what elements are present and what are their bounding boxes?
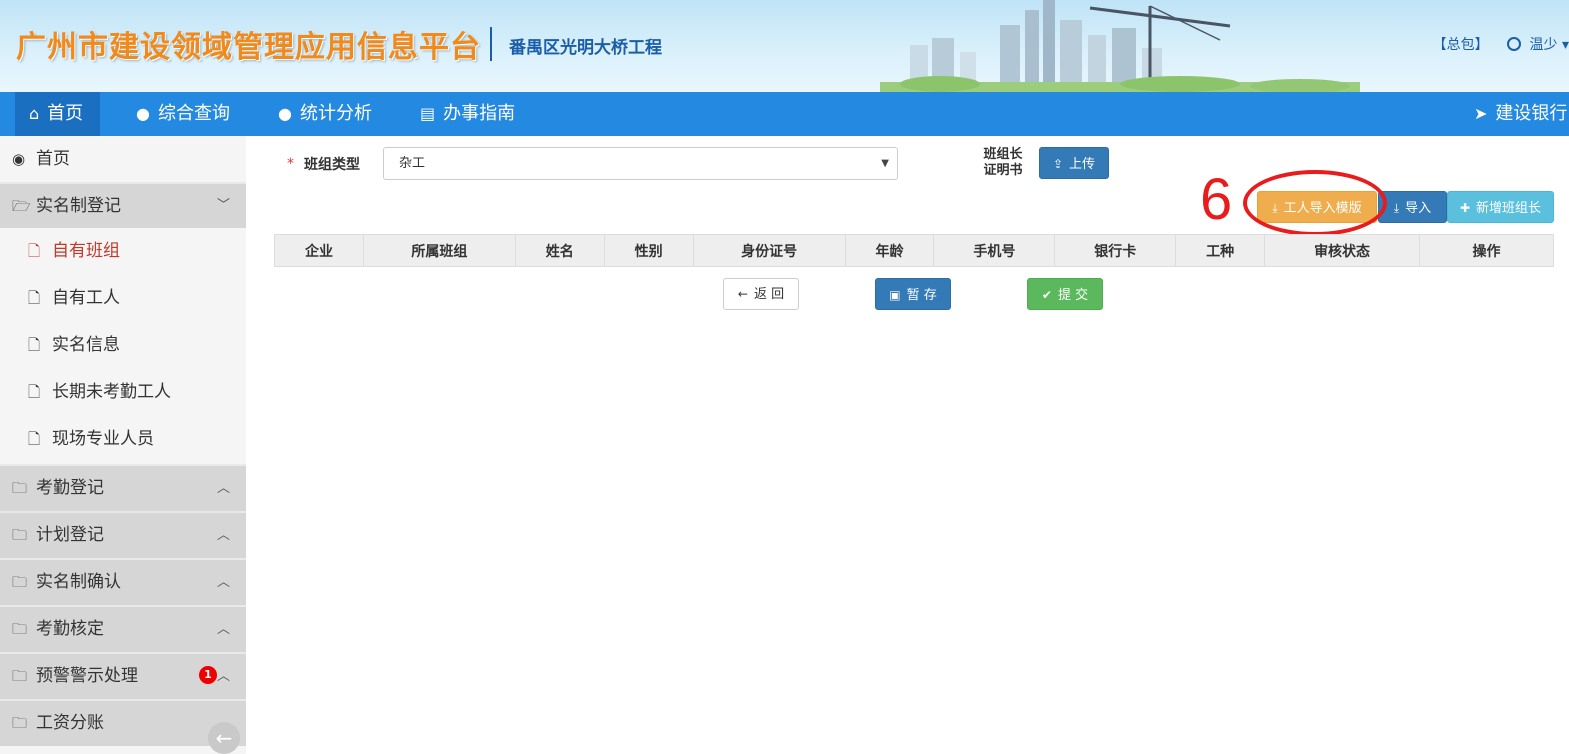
- chevron-up-icon: ︿: [216, 575, 230, 590]
- city-skyline-image: [880, 0, 1360, 92]
- sidebar-group-warning[interactable]: 🗀 预警警示处理 1 ︿: [0, 652, 246, 699]
- file-icon: 🗋: [28, 383, 41, 401]
- user-area[interactable]: 【总包】 温少 ▾: [1433, 34, 1569, 54]
- platform-title: 广州市建设领域管理应用信息平台: [16, 30, 481, 65]
- top-navbar: ⌂ 首页 ● 综合查询 ● 统计分析 ▤ 办事指南 ➤ 建设银行: [0, 92, 1569, 136]
- col-header-review-status: 审核状态: [1264, 234, 1420, 267]
- sidebar-item-own-team[interactable]: 🗋 自有班组: [0, 228, 246, 275]
- chevron-down-icon: ﹀: [216, 198, 230, 213]
- annotation-highlight-circle: [1243, 170, 1387, 236]
- col-header-bank-card: 银行卡: [1054, 234, 1177, 267]
- sidebar-group-attendance-register[interactable]: 🗀 考勤登记 ︿: [0, 464, 246, 511]
- sidebar-group-plan-register[interactable]: 🗀 计划登记 ︿: [0, 511, 246, 558]
- sidebar-item-home[interactable]: ◉ 首页: [0, 136, 246, 182]
- folder-open-icon: 🗁: [12, 197, 31, 215]
- chevron-up-icon: ︿: [216, 669, 230, 684]
- globe-icon: ●: [136, 104, 150, 123]
- caret-down-icon: ▼: [881, 158, 889, 169]
- folder-icon: 🗀: [12, 526, 28, 544]
- folder-icon: 🗀: [12, 667, 28, 685]
- plus-icon: ✚: [1459, 201, 1471, 215]
- file-icon: 🗋: [28, 242, 41, 260]
- sidebar-item-site-professionals[interactable]: 🗋 现场专业人员: [0, 416, 246, 463]
- sidebar-item-own-workers[interactable]: 🗋 自有工人: [0, 275, 246, 322]
- col-header-name: 姓名: [514, 234, 605, 267]
- upload-icon: ⇪: [1052, 157, 1064, 171]
- col-header-team: 所属班组: [362, 234, 516, 267]
- col-header-phone: 手机号: [933, 234, 1056, 267]
- title-divider: [490, 27, 492, 61]
- arrow-left-icon: ←: [737, 287, 748, 301]
- warning-count-badge: 1: [199, 666, 217, 684]
- globe-icon: ●: [278, 104, 292, 123]
- team-type-select[interactable]: 杂工 ▼: [383, 147, 898, 180]
- chevron-up-icon: ︿: [216, 622, 230, 637]
- workers-table: 企业 所属班组 姓名 性别 身份证号 年龄 手机号 银行卡 工种 审核状态 操作: [274, 234, 1554, 267]
- book-icon: ▤: [420, 104, 436, 123]
- save-draft-button[interactable]: ▣ 暂 存: [875, 278, 951, 310]
- team-type-label: 班组类型: [304, 157, 360, 173]
- col-header-age: 年龄: [844, 234, 935, 267]
- team-type-value: 杂工: [399, 156, 426, 171]
- nav-query[interactable]: ● 综合查询: [136, 92, 230, 136]
- upload-button[interactable]: ⇪ 上传: [1039, 147, 1109, 179]
- check-icon: ✔: [1041, 288, 1052, 302]
- sidebar-collapse-button[interactable]: ←: [208, 722, 240, 754]
- dashboard-icon: ◉: [12, 150, 26, 168]
- user-name[interactable]: 温少: [1530, 37, 1558, 53]
- file-icon: 🗋: [28, 336, 41, 354]
- chevron-up-icon: ︿: [216, 481, 230, 496]
- col-header-company: 企业: [274, 234, 364, 267]
- import-button[interactable]: ⤓ 导入: [1378, 191, 1447, 223]
- header-banner: 广州市建设领域管理应用信息平台 番禺区光明大桥工程 【总包】 温少 ▾: [0, 0, 1569, 92]
- col-header-trade: 工种: [1175, 234, 1266, 267]
- nav-ccb[interactable]: ➤ 建设银行: [1474, 92, 1567, 136]
- arrow-left-icon: ←: [215, 726, 233, 750]
- required-mark: *: [287, 156, 294, 172]
- file-icon: 🗋: [28, 289, 41, 307]
- back-button[interactable]: ← 返 回: [723, 278, 799, 310]
- nav-guide[interactable]: ▤ 办事指南: [420, 92, 515, 136]
- sidebar-item-absent-workers[interactable]: 🗋 长期未考勤工人: [0, 369, 246, 416]
- folder-icon: 🗀: [12, 620, 28, 638]
- sidebar-group-attendance-verify[interactable]: 🗀 考勤核定 ︿: [0, 605, 246, 652]
- folder-icon: 🗀: [12, 479, 28, 497]
- file-icon: 🗋: [28, 430, 41, 448]
- nav-statistics[interactable]: ● 统计分析: [278, 92, 372, 136]
- add-team-leader-button[interactable]: ✚ 新增班组长: [1447, 191, 1554, 223]
- user-icon: [1507, 37, 1522, 51]
- annotation-step-number: 6: [1200, 167, 1233, 232]
- user-dropdown-icon[interactable]: ▾: [1562, 37, 1569, 53]
- home-icon: ⌂: [29, 104, 40, 123]
- table-header-row: 企业 所属班组 姓名 性别 身份证号 年龄 手机号 银行卡 工种 审核状态 操作: [274, 234, 1554, 267]
- folder-icon: 🗀: [12, 714, 28, 732]
- download-icon: ⤓: [1393, 201, 1400, 215]
- nav-home[interactable]: ⌂ 首页: [15, 92, 100, 136]
- sidebar-group-realname-register[interactable]: 🗁 实名制登记 ﹀: [0, 182, 246, 228]
- sidebar-group-realname-confirm[interactable]: 🗀 实名制确认 ︿: [0, 558, 246, 605]
- sidebar-item-realname-info[interactable]: 🗋 实名信息: [0, 322, 246, 369]
- leader-certificate-label: 班组长 证明书: [983, 147, 1023, 178]
- folder-icon: 🗀: [12, 573, 28, 591]
- submit-button[interactable]: ✔ 提 交: [1027, 278, 1103, 310]
- col-header-actions: 操作: [1419, 234, 1554, 267]
- role-label: 【总包】: [1432, 37, 1489, 53]
- project-name: 番禺区光明大桥工程: [509, 38, 662, 58]
- sidebar: ◉ 首页 🗁 实名制登记 ﹀ 🗋 自有班组 🗋 自有工人 🗋 实名信息 🗋 长期未考勤工人 …: [0, 136, 246, 754]
- col-header-gender: 性别: [603, 234, 694, 267]
- floppy-disk-icon: ▣: [889, 288, 901, 302]
- paper-plane-icon: ➤: [1474, 104, 1488, 123]
- chevron-up-icon: ︿: [216, 528, 230, 543]
- col-header-id-number: 身份证号: [692, 234, 846, 267]
